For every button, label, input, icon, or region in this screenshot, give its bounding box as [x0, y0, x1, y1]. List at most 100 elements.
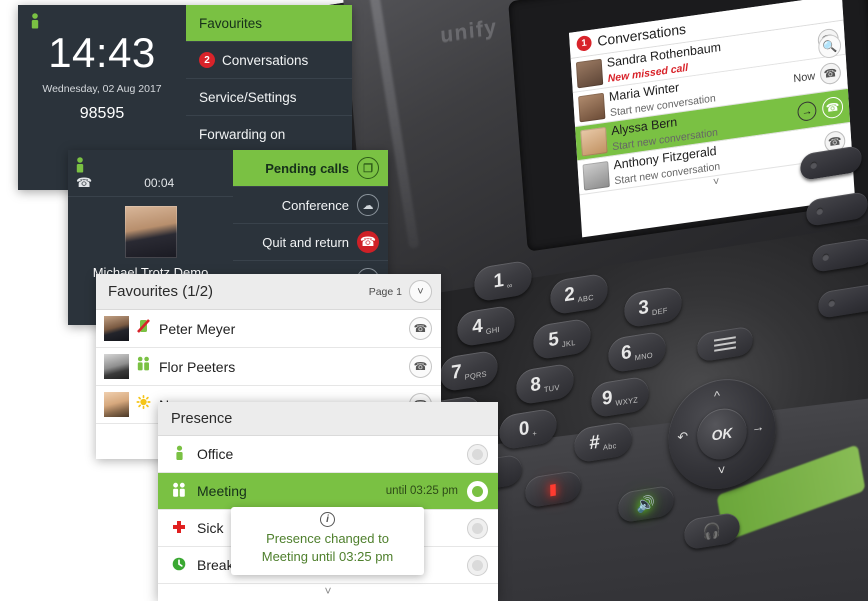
presence-meeting-icon — [170, 482, 188, 501]
favourite-row[interactable]: Flor Peeters ☎ — [96, 348, 441, 386]
key-sublabel: WXYZ — [615, 395, 639, 408]
clock-display: 14:43 — [48, 29, 156, 76]
presence-sun-icon — [136, 394, 151, 415]
menu-item-label: Conversations — [222, 52, 309, 68]
key-digit: # — [589, 431, 601, 455]
back-arrow-icon[interactable]: ↶ — [677, 428, 689, 446]
call-menu-item-label: Pending calls — [265, 160, 349, 176]
presence-away-icon — [136, 318, 151, 339]
menu-item-label: Favourites — [199, 15, 263, 31]
windows-icon: ❐ — [357, 157, 379, 179]
presence-row-office[interactable]: Office — [158, 436, 498, 473]
info-icon: i — [320, 512, 335, 527]
ok-button[interactable]: OK — [695, 404, 749, 464]
menu-item-service-settings[interactable]: Service/Settings — [186, 79, 352, 116]
key-sublabel: Abc — [602, 440, 617, 453]
handset-icon: ☎ — [76, 175, 93, 190]
key-sublabel: TUV — [543, 382, 560, 395]
contact-photo — [124, 206, 177, 258]
chevron-down-icon[interactable]: ˅ — [158, 584, 498, 598]
call-menu-item-quit-return[interactable]: Quit and return ☎ — [233, 224, 388, 261]
call-menu-item-conference[interactable]: Conference ☁ — [233, 187, 388, 224]
right-arrow-icon[interactable]: → — [751, 418, 765, 435]
favourite-row[interactable]: Peter Meyer ☎ — [96, 310, 441, 348]
key-sublabel: DEF — [651, 305, 668, 318]
call-menu-item-label: Conference — [281, 197, 349, 213]
presence-radio[interactable] — [467, 517, 488, 539]
page-indicator: Page 1 — [368, 285, 402, 298]
presence-meeting-icon — [136, 356, 151, 377]
menu-item-forwarding[interactable]: Forwarding on — [186, 116, 352, 153]
avatar — [575, 58, 604, 88]
presence-office-icon — [76, 157, 84, 173]
key-digit: 3 — [638, 296, 650, 320]
call-menu-item-pending-calls[interactable]: Pending calls ❐ — [233, 150, 388, 187]
key-digit: 9 — [601, 387, 613, 410]
call-status-bar: ☎ 00:04 — [68, 150, 233, 197]
conversations-badge: 1 — [576, 34, 592, 52]
key-sublabel: PQRS — [464, 369, 487, 382]
menu-item-label: Forwarding on — [199, 126, 286, 142]
call-button[interactable]: ☎ — [409, 317, 432, 340]
date-display: Wednesday, 02 Aug 2017 — [42, 83, 162, 95]
menu-item-label: Service/Settings — [199, 89, 297, 105]
lcd-call-button[interactable]: ☎ — [821, 95, 844, 120]
key-sublabel: MNO — [634, 350, 653, 363]
down-arrow-icon[interactable]: ˅ — [718, 462, 726, 478]
key-digit: 1 — [493, 269, 505, 293]
right-arrow-icon[interactable]: → — [796, 100, 817, 123]
hangup-icon[interactable]: ☎ — [357, 231, 379, 253]
avatar — [580, 126, 608, 157]
presence-changed-tooltip: i Presence changed to Meeting until 03:2… — [231, 507, 424, 575]
presence-sick-icon — [170, 519, 188, 538]
presence-label: Office — [197, 446, 234, 462]
key-digit: 7 — [450, 361, 462, 384]
key-sublabel: ABC — [577, 292, 594, 305]
favourites-title: Favourites (1/2) — [108, 283, 214, 300]
menu-item-conversations[interactable]: 2 Conversations — [186, 42, 352, 79]
menu-icon — [714, 341, 736, 347]
key-sublabel: + — [532, 428, 538, 439]
key-digit: 4 — [472, 315, 483, 339]
avatar — [578, 92, 606, 122]
key-digit: 8 — [530, 373, 542, 397]
call-menu-item-label: Quit and return — [262, 234, 349, 250]
up-arrow-icon[interactable]: ^ — [714, 388, 721, 404]
avatar — [104, 354, 129, 379]
key-sublabel: ∞ — [506, 280, 513, 291]
menu-item-favourites[interactable]: Favourites — [186, 5, 352, 42]
avatar — [104, 392, 129, 417]
key-digit: 5 — [548, 328, 560, 352]
conversations-badge: 2 — [199, 52, 215, 68]
presence-radio[interactable] — [467, 443, 488, 465]
key-digit: 2 — [564, 283, 575, 307]
tooltip-line-1: Presence changed to — [266, 531, 389, 546]
presence-office-icon — [170, 445, 188, 464]
presence-office-icon — [31, 13, 39, 29]
presence-break-icon — [170, 556, 188, 575]
screenshot-composite: unify U 1 Conversations Sandra Rothenbau… — [0, 0, 868, 601]
extension-number: 98595 — [79, 105, 125, 122]
favourites-header: Favourites (1/2) Page 1 ˅ — [96, 274, 441, 310]
call-duration: 00:04 — [144, 176, 175, 190]
key-digit: 6 — [621, 341, 632, 365]
presence-label: Meeting — [197, 483, 247, 499]
favourite-name: Peter Meyer — [159, 320, 236, 337]
call-button[interactable]: ☎ — [409, 355, 432, 378]
key-sublabel: JKL — [561, 337, 576, 350]
favourite-name: Flor Peeters — [159, 358, 236, 375]
key-sublabel: GHI — [485, 324, 500, 337]
avatar — [582, 160, 610, 191]
lcd-timestamp: Now — [792, 69, 816, 85]
avatar — [104, 316, 129, 341]
presence-radio[interactable] — [467, 554, 488, 576]
presence-until-time: until 03:25 pm — [385, 485, 458, 497]
presence-title: Presence — [158, 402, 498, 436]
key-digit: 0 — [518, 417, 530, 441]
conference-icon: ☁ — [357, 194, 379, 216]
presence-row-meeting[interactable]: Meeting until 03:25 pm — [158, 473, 498, 510]
presence-radio-selected[interactable] — [467, 480, 488, 502]
chevron-down-icon[interactable]: ˅ — [409, 280, 432, 303]
tooltip-line-2: Meeting until 03:25 pm — [261, 549, 394, 565]
lcd-call-button[interactable]: ☎ — [819, 61, 842, 86]
